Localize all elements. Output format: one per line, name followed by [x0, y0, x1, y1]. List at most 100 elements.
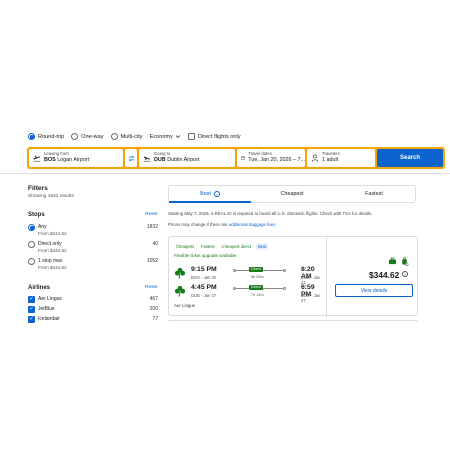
- one-way-option[interactable]: One-way: [71, 133, 104, 140]
- from-airport-code: BOS: [44, 157, 56, 164]
- real-id-notice: Starting May 7, 2025, a REAL ID is requi…: [168, 211, 373, 216]
- airlines-reset-link[interactable]: Reset: [145, 285, 158, 290]
- stop-option-count: 40: [152, 241, 158, 247]
- route-dot: [283, 286, 286, 290]
- airlines-title: Airlines: [28, 285, 51, 291]
- sort-tabs: Best i Cheapest Fastest: [168, 185, 416, 203]
- tab-cheapest[interactable]: Cheapest: [251, 186, 333, 202]
- multi-city-label: Multi-city: [120, 133, 143, 140]
- route-dot: [233, 268, 236, 272]
- travel-dates-value: Tue, Jan 20, 2026 – 7...: [248, 157, 305, 164]
- route-dot: [283, 268, 286, 272]
- price-info-icon[interactable]: ?: [402, 271, 408, 277]
- checkbox-checked-icon: ✓: [28, 305, 35, 313]
- flight-tags: Cheapest Fastest Cheapest direct Best: [174, 243, 269, 250]
- radio-icon: [28, 241, 35, 248]
- travelers-field[interactable]: Travelers 1 adult: [307, 149, 375, 167]
- airline-count: 77: [152, 316, 158, 322]
- checkbox-checked-icon: ✓: [28, 295, 35, 303]
- header-divider: [0, 173, 450, 174]
- baggage-icons: [388, 257, 409, 266]
- swap-arrows-icon: [128, 154, 134, 162]
- tag-fastest: Fastest: [200, 244, 215, 249]
- airline-label: Icelandair: [38, 316, 60, 322]
- filters-title: Filters: [28, 185, 48, 192]
- flight-price: $344.62: [369, 270, 400, 280]
- airline-count: 467: [149, 296, 158, 302]
- flight-search-page: Round-trip One-way Multi-city Economy Di…: [0, 0, 450, 450]
- radio-icon: [28, 133, 35, 140]
- trip-type-row: Round-trip One-way Multi-city Economy Di…: [28, 133, 241, 140]
- radio-icon: [71, 133, 79, 140]
- info-icon[interactable]: i: [213, 191, 220, 197]
- tab-cheapest-label: Cheapest: [280, 191, 304, 197]
- swap-button[interactable]: [125, 149, 137, 167]
- radio-icon: [110, 133, 118, 140]
- departure-info: DUB - Jan 27: [191, 293, 217, 298]
- checkbox-checked-icon: ✓: [28, 315, 35, 323]
- card-divider: [326, 237, 327, 317]
- tag-best: Best: [256, 243, 269, 250]
- departure-time: 4:45 PM: [191, 284, 217, 291]
- direct-only-checkbox[interactable]: Direct flights only: [187, 133, 241, 140]
- stops-badge: Direct: [249, 266, 263, 272]
- baggage-notice: Prices may change if there are additiona…: [168, 222, 275, 227]
- plane-takeoff-icon: [33, 155, 41, 162]
- leaving-from-field[interactable]: Leaving from BOS Logan Airport: [29, 149, 123, 167]
- round-trip-option[interactable]: Round-trip: [28, 133, 64, 140]
- search-button[interactable]: Search: [377, 149, 443, 167]
- stops-reset-link[interactable]: Reset: [145, 212, 158, 217]
- stops-title: Stops: [28, 212, 45, 218]
- radio-icon: [28, 258, 35, 265]
- flexible-ticket-note: Flexible ticket upgrade available: [174, 253, 237, 258]
- results-count: Showing 1832 results: [28, 194, 74, 199]
- next-flight-card[interactable]: [168, 320, 418, 322]
- to-airport-name: Dublin Airport: [167, 157, 200, 164]
- view-details-button[interactable]: View details: [335, 284, 413, 297]
- stop-option-count: 1832: [146, 224, 158, 230]
- baggage-notice-text: Prices may change if there are: [168, 222, 228, 227]
- checkbox-icon: [187, 133, 195, 140]
- aer-lingus-shamrock-icon: [174, 267, 186, 279]
- tab-fastest-label: Fastest: [365, 191, 383, 197]
- tag-cheapest: Cheapest: [176, 244, 194, 249]
- airline-label: JetBlue: [38, 306, 55, 312]
- stop-option-price: From $344.62: [38, 265, 67, 270]
- tab-best[interactable]: Best i: [169, 186, 251, 203]
- airline-count: 200: [149, 306, 158, 312]
- plane-landing-icon: [143, 156, 151, 162]
- stop-option-label: 1 stop max: [38, 258, 63, 264]
- arrival-info: BOS - Jan 27: [301, 293, 321, 303]
- going-to-field[interactable]: Going to DUB Dublin Airport: [139, 149, 235, 167]
- stop-option-count: 1052: [146, 258, 158, 264]
- outbound-leg: 9:15 PM BOS - Jan 20 Direct 6h 05m 8:20 …: [174, 266, 324, 285]
- travelers-value: 1 adult: [322, 157, 339, 164]
- one-way-label: One-way: [81, 133, 104, 140]
- travel-dates-field[interactable]: Travel dates Tue, Jan 20, 2026 – 7...: [237, 149, 305, 167]
- cabin-class-dropdown[interactable]: Economy: [150, 134, 181, 140]
- from-airport-name: Logan Airport: [57, 157, 90, 164]
- baggage-fees-link[interactable]: additional baggage fees: [229, 222, 276, 227]
- search-bar: Leaving from BOS Logan Airport Going to …: [27, 147, 445, 169]
- multi-city-option[interactable]: Multi-city: [110, 133, 143, 140]
- stop-option-label: Direct only: [38, 241, 62, 247]
- airline-name: Aer Lingus: [174, 303, 195, 308]
- to-airport-code: DUB: [154, 157, 166, 164]
- radio-icon: [28, 224, 35, 231]
- departure-info: BOS - Jan 20: [191, 275, 217, 280]
- route-dot: [233, 286, 236, 290]
- carry-on-bag-icon: [388, 257, 397, 265]
- return-leg: 4:45 PM DUB - Jan 27 Direct 7h 14m 6:59 …: [174, 284, 324, 303]
- tab-fastest[interactable]: Fastest: [333, 186, 415, 202]
- aer-lingus-shamrock-icon: [174, 285, 186, 297]
- person-icon: [311, 154, 319, 162]
- departure-time: 9:15 PM: [191, 266, 217, 273]
- flight-result-card[interactable]: Cheapest Fastest Cheapest direct Best Fl…: [168, 236, 418, 317]
- stop-option-price: From $344.62: [38, 231, 67, 236]
- stop-option-label: Any: [38, 224, 47, 230]
- chevron-down-icon: [175, 135, 181, 139]
- flight-duration: 6h 05m: [251, 275, 264, 279]
- airline-label: Aer Lingus: [38, 296, 62, 302]
- tag-cheapest-direct: Cheapest direct: [221, 244, 252, 249]
- direct-only-label: Direct flights only: [197, 133, 241, 140]
